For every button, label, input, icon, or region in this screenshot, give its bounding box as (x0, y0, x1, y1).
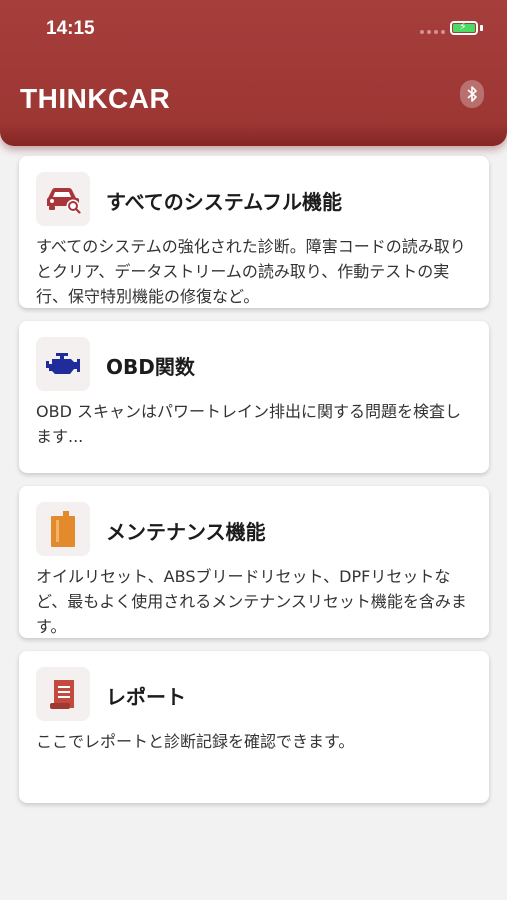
brand-title: THINKCAR (20, 83, 171, 114)
card-description: OBD スキャンはパワートレイン排出に関する問題を検査します... (36, 402, 461, 446)
signal-dots-icon (420, 30, 445, 34)
battery-cap (480, 25, 483, 31)
card-obd[interactable]: OBD関数 OBD スキャンはパワートレイン排出に関する問題を検査します... (19, 321, 489, 473)
card-description: すべてのシステムの強化された診断。障害コードの読み取りとクリア、データストリーム… (36, 237, 466, 306)
card-title: すべてのシステムフル機能 (106, 190, 342, 214)
card-full-system[interactable]: すべてのシステムフル機能 すべてのシステムの強化された診断。障害コードの読み取り… (19, 156, 489, 308)
header-shadow (0, 122, 507, 146)
app-header: 14:15 ⚡ THINKCAR (0, 0, 507, 146)
bluetooth-icon[interactable] (460, 80, 484, 108)
battery-icon: ⚡ (450, 21, 478, 35)
card-title: レポート (106, 685, 186, 709)
engine-icon (36, 337, 90, 391)
oil-can-icon (36, 502, 90, 556)
status-time: 14:15 (46, 18, 95, 39)
card-report[interactable]: レポート ここでレポートと診断記録を確認できます。 (19, 651, 489, 803)
card-description: オイルリセット、ABSブリードリセット、DPFリセットなど、最もよく使用されるメ… (36, 567, 467, 636)
car-search-icon (36, 172, 90, 226)
report-icon (36, 667, 90, 721)
card-description: ここでレポートと診断記録を確認できます。 (36, 732, 355, 751)
card-maintenance[interactable]: メンテナンス機能 オイルリセット、ABSブリードリセット、DPFリセットなど、最… (19, 486, 489, 638)
card-title: OBD関数 (106, 355, 195, 379)
card-title: メンテナンス機能 (106, 520, 266, 544)
